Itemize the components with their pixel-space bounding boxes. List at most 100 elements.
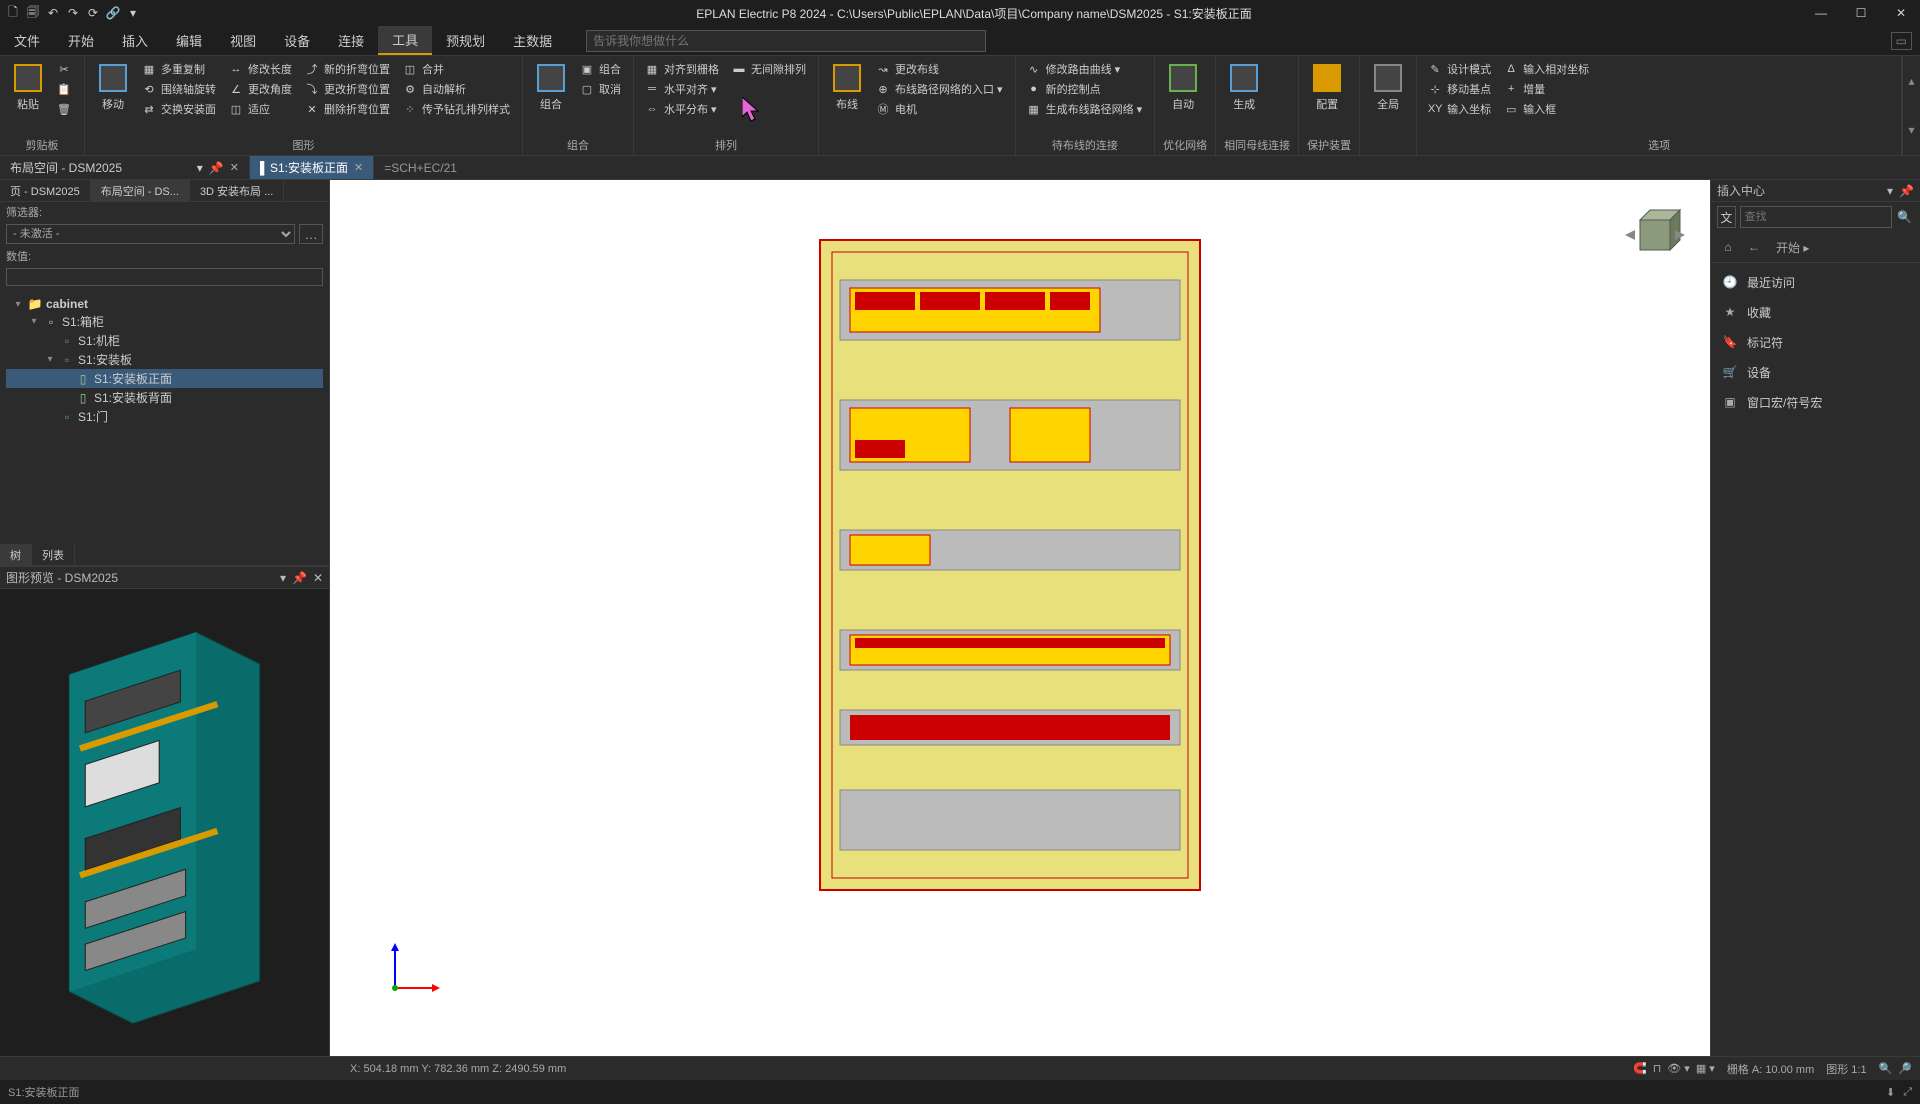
tab-dropdown-icon[interactable]: ▾ [197, 161, 203, 175]
tree-node-cabinet[interactable]: ▾📁cabinet [6, 296, 323, 312]
tell-me-input[interactable] [586, 30, 986, 52]
tab-pages[interactable]: 页 - DSM2025 [0, 180, 91, 201]
tab-layout-space[interactable]: 布局空间 - DS... [91, 180, 190, 201]
rel-coord-button[interactable]: Δ输入相对坐标 [1501, 60, 1593, 78]
qat-link-icon[interactable]: 🔗 [104, 4, 122, 22]
subgroup-button[interactable]: ▣组合 [577, 60, 625, 78]
move-base-button[interactable]: ⊹移动基点 [1425, 80, 1495, 98]
design-mode-button[interactable]: ✎设计模式 [1425, 60, 1495, 78]
nav-home-icon[interactable]: ⌂ [1717, 236, 1739, 258]
input-box-button[interactable]: ▭输入框 [1501, 100, 1593, 118]
qat-refresh-icon[interactable]: ⟳ [84, 4, 102, 22]
copy-button[interactable]: 📋 [54, 80, 76, 98]
delete-button[interactable]: 🗑 [54, 100, 76, 118]
qat-more-icon[interactable]: ▾ [124, 4, 142, 22]
gen-route-net-button[interactable]: ▦生成布线路径网络 ▾ [1024, 100, 1147, 118]
search-go-button[interactable]: 🔍 [1896, 206, 1914, 228]
config-button[interactable]: 配置 [1307, 60, 1347, 114]
tab-tree[interactable]: 树 [0, 544, 32, 565]
tree-node-cabinet-body[interactable]: ▫S1:机柜 [6, 331, 323, 350]
tab-mounting-panel-front[interactable]: ▌ S1:安装板正面 ✕ [250, 156, 374, 179]
tab-close-icon[interactable]: ✕ [230, 161, 239, 175]
tree-node-door[interactable]: ▫S1:门 [6, 407, 323, 426]
ribbon-scroll-down[interactable]: ▾ [1903, 106, 1920, 156]
align-grid-button[interactable]: ▦对齐到栅格 [642, 60, 723, 78]
menu-device[interactable]: 设备 [270, 26, 324, 55]
tab-pin-icon[interactable]: 📌 [209, 161, 224, 175]
hdist-button[interactable]: ⇔水平分布 ▾ [642, 100, 723, 118]
panel-pin-icon[interactable]: 📌 [1899, 184, 1914, 198]
tab-close-icon[interactable]: ✕ [354, 161, 363, 174]
search-glyph-button[interactable]: 文 [1717, 206, 1736, 228]
input-coord-button[interactable]: XY输入坐标 [1425, 100, 1495, 118]
tree-node-panel-front[interactable]: ▯S1:安装板正面 [6, 369, 323, 388]
change-angle-button[interactable]: ∠更改角度 [226, 80, 296, 98]
ribbon-collapse-icon[interactable]: ▭ [1891, 32, 1912, 50]
panel-dropdown-icon[interactable]: ▾ [1887, 184, 1893, 198]
menu-preplanning[interactable]: 预规划 [432, 26, 499, 55]
status-snap-icon[interactable]: ⊓ [1653, 1062, 1662, 1075]
item-macros[interactable]: ▣窗口宏/符号宏 [1711, 387, 1920, 417]
tab-layout-space[interactable]: 布局空间 - DSM2025 ▾📌✕ [0, 156, 250, 179]
close-button[interactable]: ✕ [1886, 6, 1916, 20]
motor-button[interactable]: Ⓜ电机 [873, 100, 1007, 118]
auto-button[interactable]: 自动 [1163, 60, 1203, 114]
status-visibility-icon[interactable]: 👁 ▾ [1667, 1062, 1690, 1075]
cut-button[interactable]: ✂ [54, 60, 76, 78]
viewport[interactable] [330, 180, 1710, 1056]
global-button[interactable]: 全局 [1368, 60, 1408, 114]
new-bend-button[interactable]: ⤴新的折弯位置 [302, 60, 394, 78]
tree-toggle-icon[interactable]: ▾ [12, 299, 24, 310]
status-grid-icon[interactable]: ▦ ▾ [1696, 1062, 1715, 1075]
tree-node-enclosure[interactable]: ▾▫S1:箱柜 [6, 312, 323, 331]
drill-pattern-button[interactable]: ⁘传予钻孔排列样式 [400, 100, 514, 118]
view-cube[interactable] [1620, 200, 1690, 270]
menu-file[interactable]: 文件 [0, 26, 54, 55]
tree-node-mounting-panel[interactable]: ▾▫S1:安装板 [6, 350, 323, 369]
item-devices[interactable]: 🛒设备 [1711, 357, 1920, 387]
preview-pin-icon[interactable]: 📌 [292, 571, 307, 585]
rotate-axis-button[interactable]: ⟲围绕轴旋转 [139, 80, 220, 98]
menu-start[interactable]: 开始 [54, 26, 108, 55]
insert-search-input[interactable] [1740, 206, 1892, 228]
maximize-button[interactable]: ☐ [1846, 6, 1876, 20]
menu-connect[interactable]: 连接 [324, 26, 378, 55]
status-magnet-icon[interactable]: 🧲 [1633, 1062, 1647, 1075]
adapt-button[interactable]: ◫适应 [226, 100, 296, 118]
swap-panel-button[interactable]: ⇄交换安装面 [139, 100, 220, 118]
no-gap-button[interactable]: ▬无间隙排列 [729, 60, 810, 78]
nav-back-icon[interactable]: ← [1743, 236, 1765, 258]
ungroup-button[interactable]: ▢取消 [577, 80, 625, 98]
value-input[interactable] [6, 268, 323, 286]
paste-button[interactable]: 粘贴 [8, 60, 48, 114]
item-tags[interactable]: 🔖标记符 [1711, 327, 1920, 357]
change-route-button[interactable]: ↝更改布线 [873, 60, 1007, 78]
menu-insert[interactable]: 插入 [108, 26, 162, 55]
minimize-button[interactable]: — [1806, 6, 1836, 20]
tree-toggle-icon[interactable]: ▾ [44, 354, 56, 365]
qat-new-icon[interactable]: 🗋 [4, 4, 22, 22]
generate-button[interactable]: 生成 [1224, 60, 1264, 114]
qat-redo-icon[interactable]: ↷ [64, 4, 82, 22]
route-net-entry-button[interactable]: ⊕布线路径网络的入口 ▾ [873, 80, 1007, 98]
change-length-button[interactable]: ↔修改长度 [226, 60, 296, 78]
move-button[interactable]: 移动 [93, 60, 133, 114]
filter-more-button[interactable]: … [299, 224, 323, 244]
item-favorites[interactable]: ★收藏 [1711, 297, 1920, 327]
tree-node-panel-back[interactable]: ▯S1:安装板背面 [6, 388, 323, 407]
auto-parse-button[interactable]: ⚙自动解析 [400, 80, 514, 98]
qat-undo-icon[interactable]: ↶ [44, 4, 62, 22]
bottombar-export-icon[interactable]: ⬇ [1886, 1086, 1895, 1099]
change-bend-button[interactable]: ⤵更改折弯位置 [302, 80, 394, 98]
status-zoom-in-icon[interactable]: 🔎 [1898, 1062, 1912, 1075]
bottombar-expand-icon[interactable]: ⤢ [1903, 1086, 1912, 1099]
multi-copy-button[interactable]: ▦多重复制 [139, 60, 220, 78]
merge-button[interactable]: ◫合并 [400, 60, 514, 78]
preview-viewport[interactable] [0, 589, 329, 1056]
preview-dropdown-icon[interactable]: ▾ [280, 571, 286, 585]
status-zoom-out-icon[interactable]: 🔍 [1879, 1062, 1893, 1075]
modify-route-curve-button[interactable]: ∿修改路由曲线 ▾ [1024, 60, 1147, 78]
ribbon-scroll-up[interactable]: ▴ [1903, 56, 1920, 106]
filter-select[interactable]: - 未激活 - [6, 224, 295, 244]
preview-close-icon[interactable]: ✕ [313, 571, 323, 585]
